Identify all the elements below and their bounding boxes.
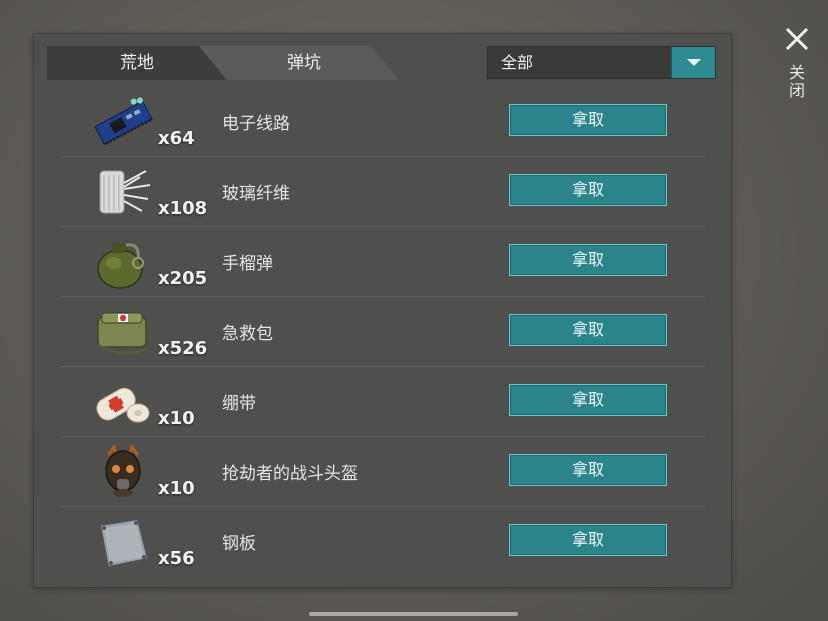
take-button[interactable]: 拿取 [509, 454, 667, 486]
take-button[interactable]: 拿取 [509, 244, 667, 276]
bandage-icon [96, 387, 150, 423]
item-name: 手榴弹 [222, 254, 273, 274]
list-item: x10 绷带 拿取 [60, 367, 705, 437]
tab-wasteland[interactable]: 荒地 [47, 46, 227, 80]
list-item: x56 钢板 拿取 [60, 507, 705, 576]
take-button[interactable]: 拿取 [509, 104, 667, 136]
circuit-board-icon [94, 97, 153, 146]
location-tabs: 荒地 弹坑 [47, 46, 417, 80]
item-name: 抢劫者的战斗头盔 [222, 464, 358, 484]
list-item: x526 急救包 拿取 [60, 297, 705, 367]
item-count: x10 [158, 478, 195, 499]
list-item: x108 玻璃纤维 拿取 [60, 157, 705, 227]
tab-wasteland-label: 荒地 [120, 53, 154, 73]
item-name: 急救包 [222, 324, 273, 344]
close-icon[interactable] [782, 24, 812, 54]
take-button[interactable]: 拿取 [509, 384, 667, 416]
list-item: x205 手榴弹 拿取 [60, 227, 705, 297]
loot-panel: 荒地 弹坑 全部 x64 电子线路 拿取 x108 玻璃纤维 拿取 x205 手… [33, 33, 732, 588]
take-button[interactable]: 拿取 [509, 174, 667, 206]
list-item: x64 电子线路 拿取 [60, 87, 705, 157]
take-button[interactable]: 拿取 [509, 314, 667, 346]
list-item: x10 抢劫者的战斗头盔 拿取 [60, 437, 705, 507]
item-list: x64 电子线路 拿取 x108 玻璃纤维 拿取 x205 手榴弹 拿取 x52… [60, 87, 705, 576]
take-button[interactable]: 拿取 [509, 524, 667, 556]
grenade-icon [97, 243, 144, 289]
home-indicator [309, 612, 518, 616]
category-filter-dropdown[interactable]: 全部 [487, 46, 716, 79]
item-count: x10 [158, 408, 195, 429]
item-count: x56 [158, 548, 195, 569]
item-name: 电子线路 [222, 114, 290, 134]
first-aid-kit-icon [97, 312, 149, 355]
item-name: 玻璃纤维 [222, 184, 290, 204]
close-label[interactable]: 关闭 [785, 64, 807, 100]
tab-crater-label: 弹坑 [287, 53, 321, 73]
chevron-down-icon [687, 59, 701, 66]
item-count: x526 [158, 338, 208, 359]
item-name: 绷带 [222, 394, 256, 414]
filter-value: 全部 [501, 53, 534, 72]
steel-plate-icon [98, 517, 150, 569]
item-name: 钢板 [222, 534, 256, 554]
tab-crater[interactable]: 弹坑 [199, 46, 399, 80]
fiberglass-icon [99, 170, 151, 214]
item-count: x64 [158, 128, 195, 149]
item-count: x205 [158, 268, 208, 289]
raider-helmet-icon [105, 445, 141, 497]
item-count: x108 [158, 198, 208, 219]
dropdown-toggle-button[interactable] [671, 47, 715, 78]
